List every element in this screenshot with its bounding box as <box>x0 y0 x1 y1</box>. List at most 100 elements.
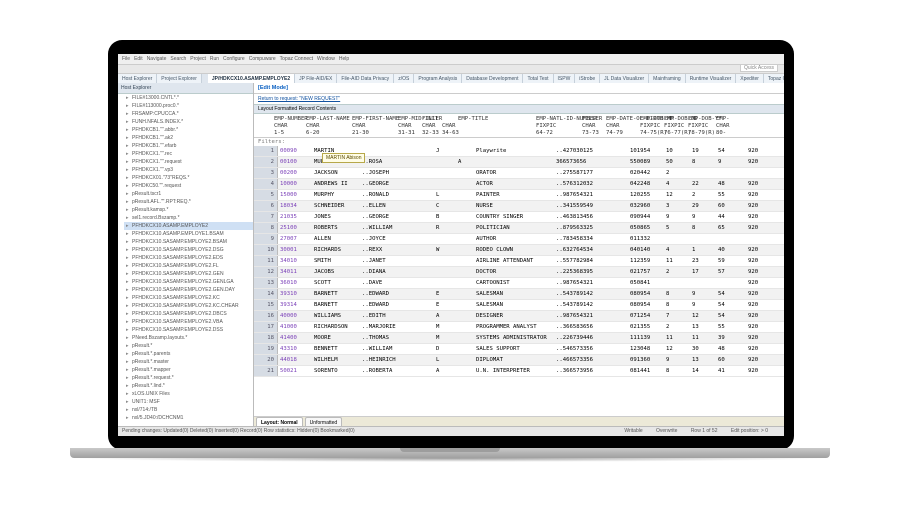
cell[interactable]: 8 <box>664 289 690 299</box>
tree-item[interactable]: ▸pResult.*.lind.* <box>124 382 253 390</box>
tree-item[interactable]: ▸PFHDKCX1."".request <box>124 158 253 166</box>
cell[interactable]: 8 <box>690 223 716 233</box>
cell[interactable]: 27007 <box>278 234 312 244</box>
cell[interactable] <box>408 179 434 189</box>
cell[interactable]: RODEO CLOWN <box>474 245 554 255</box>
cell[interactable]: ..632764534 <box>554 245 602 255</box>
cell[interactable]: ORATOR <box>474 168 554 178</box>
tree-item[interactable]: ▸PFHDKCX10.SASAMP.EMPLOYE2.KC.CHEAR <box>124 302 253 310</box>
tree-item[interactable]: ▸PFHDKCX10.SASAMP.EMPLOYE2.GEN <box>124 270 253 278</box>
tree-item[interactable]: ▸FILE#13000.CNTL*.* <box>124 94 253 102</box>
cell[interactable] <box>602 245 628 255</box>
cell[interactable] <box>602 333 628 343</box>
tree-item[interactable]: ▸nxl/5.JD40:/DCHCNM1 <box>124 414 253 422</box>
cell[interactable]: 920 <box>746 344 770 354</box>
cell[interactable]: ..341559549 <box>554 201 602 211</box>
col-header[interactable]: 74-79 <box>606 130 640 137</box>
tree-item[interactable]: ▸pResult.AFL."".RPT:REQ.* <box>124 198 253 206</box>
cell[interactable]: ..987654321 <box>554 190 602 200</box>
cell[interactable]: 2 <box>664 322 690 332</box>
cell[interactable] <box>690 278 716 288</box>
col-header[interactable]: CHAR <box>306 123 352 130</box>
tree-item[interactable]: ▸FRSAMP:CPUCCA.* <box>124 110 253 118</box>
cell[interactable]: 920 <box>746 190 770 200</box>
cell[interactable]: 920 <box>746 146 770 156</box>
cell[interactable]: 080954 <box>628 289 664 299</box>
cell[interactable] <box>456 278 474 288</box>
cell[interactable] <box>408 300 434 310</box>
col-header[interactable]: EMP-MID-INIT <box>398 116 422 123</box>
cell[interactable]: ACTOR <box>474 179 554 189</box>
cell[interactable] <box>434 157 456 167</box>
cell[interactable]: WILHELM <box>312 355 360 365</box>
cell[interactable]: 091360 <box>628 355 664 365</box>
cell[interactable] <box>408 234 434 244</box>
tree-item[interactable]: ▸PFHDKCX10.ASAMP.EMPLOYE2 <box>124 222 253 230</box>
cell[interactable]: 050865 <box>628 223 664 233</box>
cell[interactable] <box>456 212 474 222</box>
cell[interactable]: 55 <box>716 322 746 332</box>
col-header[interactable]: CHAR <box>422 123 442 130</box>
cell[interactable]: ..366573956 <box>554 366 602 376</box>
col-header[interactable]: CHAR <box>274 123 306 130</box>
cell[interactable] <box>408 289 434 299</box>
cell[interactable]: PAINTER <box>474 190 554 200</box>
cell[interactable]: ..HEINRICH <box>360 355 408 365</box>
cell[interactable] <box>602 146 628 156</box>
cell[interactable] <box>456 245 474 255</box>
cell[interactable]: 2 <box>664 267 690 277</box>
cell[interactable] <box>602 355 628 365</box>
col-header[interactable]: 32-33 <box>422 130 442 137</box>
cell[interactable]: ..JOSEPH <box>360 168 408 178</box>
cell[interactable] <box>602 366 628 376</box>
col-header[interactable]: EMP-DATE-OF-BIRTH <box>606 116 640 123</box>
cell[interactable]: ..DIANA <box>360 267 408 277</box>
cell[interactable]: A <box>434 366 456 376</box>
cell[interactable]: E <box>434 300 456 310</box>
cell[interactable]: 4 <box>664 245 690 255</box>
cell[interactable]: 011332 <box>628 234 664 244</box>
table-row[interactable]: 1439310BARNETT..EDWARDESALESMAN..5437891… <box>254 289 784 300</box>
tree-item[interactable]: ▸FUNH.NFALS.INDEX.* <box>124 118 253 126</box>
cell[interactable] <box>456 267 474 277</box>
cell[interactable]: 9 <box>664 212 690 222</box>
cell[interactable]: 29 <box>690 201 716 211</box>
table-row[interactable]: 825100ROBERTS..WILLIAMRPOLITICIAN..87956… <box>254 223 784 234</box>
cell[interactable] <box>434 179 456 189</box>
cell[interactable]: 101954 <box>628 146 664 156</box>
cell[interactable]: ..ROSA <box>360 157 408 167</box>
cell[interactable]: 54 <box>716 146 746 156</box>
cell[interactable]: 50 <box>664 157 690 167</box>
cell[interactable] <box>602 234 628 244</box>
cell[interactable]: ..EDWARD <box>360 289 408 299</box>
tree-item[interactable]: ▸UNIT1: MSF <box>124 398 253 406</box>
tree-item[interactable]: ▸PFHDKCX01."73"REQS.* <box>124 174 253 182</box>
table-row[interactable]: 1539314BARNETT..EDWARDESALESMAN..5437891… <box>254 300 784 311</box>
cell[interactable]: 17 <box>690 267 716 277</box>
cell[interactable] <box>602 212 628 222</box>
cell[interactable] <box>408 344 434 354</box>
cell[interactable]: ..JANET <box>360 256 408 266</box>
menu-project[interactable]: Project <box>190 56 206 62</box>
table-row[interactable]: 927007ALLEN..JOYCEAUTHOR..78345833401133… <box>254 234 784 245</box>
cell[interactable] <box>408 146 434 156</box>
cell[interactable]: ALLEN <box>312 234 360 244</box>
col-header[interactable]: CHAR <box>716 123 738 130</box>
cell[interactable]: JACKSON <box>312 168 360 178</box>
cell[interactable]: NURSE <box>474 201 554 211</box>
cell[interactable] <box>474 157 554 167</box>
cell[interactable]: 12 <box>664 190 690 200</box>
cell[interactable] <box>456 201 474 211</box>
cell[interactable] <box>602 223 628 233</box>
tree-item[interactable]: ▸PFHDKCX10.SASAMP.EMPLOYE2.DBCS <box>124 310 253 318</box>
cell[interactable]: 920 <box>746 245 770 255</box>
cell[interactable] <box>408 322 434 332</box>
cell[interactable] <box>456 256 474 266</box>
menu-topaz connect[interactable]: Topaz Connect <box>280 56 313 62</box>
cell[interactable]: 41 <box>716 366 746 376</box>
col-header[interactable]: EMP- <box>716 116 738 123</box>
col-header[interactable]: 76-77(R) <box>664 130 688 137</box>
cell[interactable] <box>434 278 456 288</box>
cell[interactable]: 920 <box>746 157 770 167</box>
cell[interactable]: ..463813456 <box>554 212 602 222</box>
